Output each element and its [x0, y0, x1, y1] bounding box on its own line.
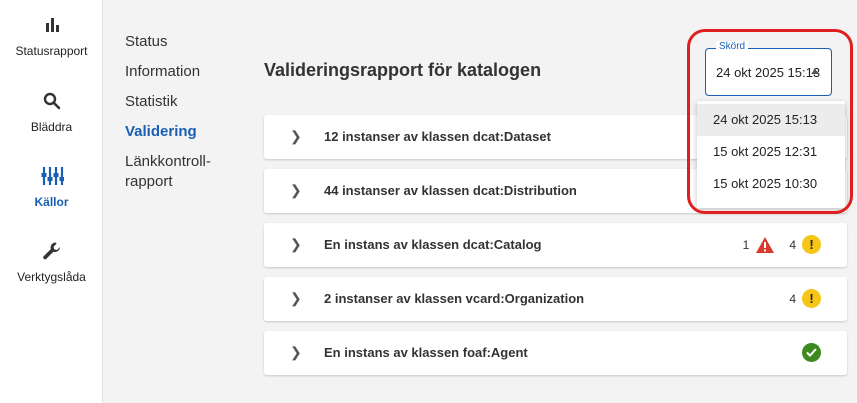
- subnav-item-label: Länkkontroll-: [125, 153, 211, 170]
- rail-item-label: Bläddra: [30, 120, 73, 134]
- harvest-dropdown: 24 okt 2025 15:13 15 okt 2025 12:31 15 o…: [697, 101, 845, 208]
- subnav-item-label: rapport: [125, 173, 173, 190]
- warning-count: 4: [789, 237, 796, 252]
- warning-circle-icon: !: [802, 289, 821, 308]
- chevron-right-icon[interactable]: ❯: [290, 182, 302, 199]
- harvest-select[interactable]: Skörd 24 okt 2025 15:13: [705, 41, 832, 96]
- search-icon: [0, 90, 103, 112]
- chevron-right-icon[interactable]: ❯: [290, 236, 302, 253]
- class-row-agent[interactable]: ❯ En instans av klassen foaf:Agent: [264, 331, 847, 375]
- error-count: 1: [742, 237, 750, 252]
- error-triangle-icon: [755, 236, 775, 254]
- harvest-select-value: 24 okt 2025 15:13: [716, 65, 821, 80]
- row-badges: [802, 343, 821, 362]
- side-rail: Statusrapport Bläddra Källor Verktygslåd…: [0, 0, 103, 403]
- chevron-right-icon[interactable]: ❯: [290, 290, 302, 307]
- row-badges: 1 4 !: [743, 235, 821, 254]
- rail-item-verktygslada[interactable]: Verktygslåda: [0, 240, 103, 284]
- harvest-option[interactable]: 24 okt 2025 15:13: [697, 104, 845, 136]
- harvest-select-label: Skörd: [716, 41, 749, 52]
- class-row-organization[interactable]: ❯ 2 instanser av klassen vcard:Organizat…: [264, 277, 847, 321]
- subnav-item-lankkontroll[interactable]: Länkkontroll- rapport: [125, 152, 245, 192]
- sub-navigation: Status Information Statistik Validering …: [125, 32, 245, 192]
- rail-item-label: Källor: [34, 195, 69, 209]
- rail-item-bladdra[interactable]: Bläddra: [0, 90, 103, 134]
- chevron-right-icon[interactable]: ❯: [290, 128, 302, 145]
- caret-up-icon: [811, 69, 819, 74]
- subnav-item-validering[interactable]: Validering: [125, 122, 245, 142]
- class-row-catalog[interactable]: ❯ En instans av klassen dcat:Catalog 1 4…: [264, 223, 847, 267]
- subnav-item-status[interactable]: Status: [125, 32, 245, 52]
- check-circle-icon: [802, 343, 821, 362]
- row-label: 12 instanser av klassen dcat:Dataset: [324, 129, 551, 144]
- row-label: En instans av klassen dcat:Catalog: [324, 237, 542, 252]
- harvest-option[interactable]: 15 okt 2025 12:31: [697, 136, 845, 168]
- rail-item-statusrapport[interactable]: Statusrapport: [0, 14, 103, 58]
- row-badges: 4 !: [789, 289, 821, 308]
- wrench-icon: [0, 240, 103, 262]
- rail-item-label: Verktygslåda: [17, 270, 86, 284]
- bar-chart-icon: [0, 14, 103, 36]
- subnav-item-information[interactable]: Information: [125, 62, 245, 82]
- rail-item-kallor[interactable]: Källor: [0, 165, 103, 209]
- row-label: 44 instanser av klassen dcat:Distributio…: [324, 183, 577, 198]
- warning-count: 4: [789, 291, 796, 306]
- subnav-item-statistik[interactable]: Statistik: [125, 92, 245, 112]
- rail-item-label: Statusrapport: [15, 44, 88, 58]
- sliders-icon: [0, 165, 103, 187]
- row-label: 2 instanser av klassen vcard:Organizatio…: [324, 291, 585, 306]
- row-label: En instans av klassen foaf:Agent: [324, 345, 528, 360]
- chevron-right-icon[interactable]: ❯: [290, 344, 302, 361]
- warning-circle-icon: !: [802, 235, 821, 254]
- page-title: Valideringsrapport för katalogen: [264, 60, 542, 80]
- harvest-option[interactable]: 15 okt 2025 10:30: [697, 168, 845, 200]
